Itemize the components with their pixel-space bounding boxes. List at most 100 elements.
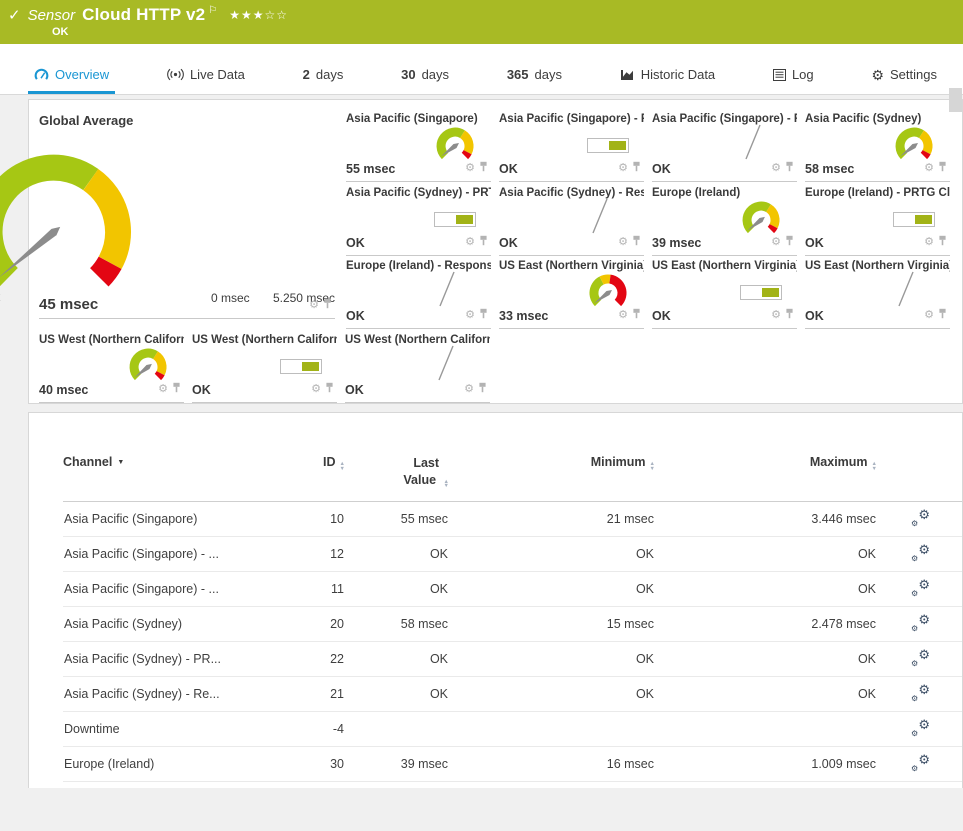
gear-icon[interactable]: ⚙ bbox=[924, 236, 934, 248]
tab-log[interactable]: Log bbox=[767, 58, 820, 94]
gear-icon[interactable]: ⚙ bbox=[771, 236, 781, 248]
tab-2-days[interactable]: 2 days bbox=[297, 58, 350, 94]
gear-icon[interactable]: ⚙ bbox=[464, 383, 474, 395]
cell-channel[interactable]: Asia Pacific (Singapore) - ... bbox=[63, 536, 259, 572]
gear-icon[interactable]: ⚙ bbox=[618, 309, 628, 321]
channel-tile[interactable]: Europe (Ireland) - PRTG Cloud... OK ⚙ bbox=[805, 184, 950, 256]
gear-icon[interactable]: ⚙ bbox=[924, 309, 934, 321]
channel-tile[interactable]: US West (Northern California)...OK⚙ bbox=[192, 331, 337, 403]
channel-row[interactable]: Downtime -4 ⚙ ⚙ bbox=[63, 711, 962, 747]
gear-icon[interactable]: ⚙ bbox=[618, 162, 628, 174]
cell-id: 32 bbox=[259, 781, 345, 788]
cell-minimum: 15 msec bbox=[449, 606, 655, 642]
column-header-max[interactable]: Maximum ▲ ▼ bbox=[655, 455, 877, 502]
flag-icon[interactable]: ⚐ bbox=[208, 5, 217, 16]
tab-30-days[interactable]: 30 days bbox=[395, 58, 455, 94]
cell-channel[interactable]: Asia Pacific (Sydney) bbox=[63, 606, 259, 642]
channel-tile[interactable]: US East (Northern Virginia) 33 msec ⚙ bbox=[499, 257, 644, 329]
gear-icon[interactable]: ⚙ bbox=[465, 162, 475, 174]
gear-icon[interactable]: ⚙ bbox=[465, 236, 475, 248]
pin-icon[interactable] bbox=[785, 233, 794, 251]
pin-icon[interactable] bbox=[632, 306, 641, 324]
scrollbar-stub[interactable] bbox=[949, 88, 962, 112]
channel-row[interactable]: Europe (Ireland) 30 39 msec 16 msec 1.009 ms… bbox=[63, 746, 962, 782]
pin-icon[interactable] bbox=[479, 306, 488, 324]
channel-tile[interactable]: Asia Pacific (Singapore) - PR... OK ⚙ bbox=[499, 110, 644, 182]
gear-icon[interactable]: ⚙ bbox=[771, 309, 781, 321]
channel-tile[interactable]: Asia Pacific (Sydney) 58 msec ⚙ bbox=[805, 110, 950, 182]
pin-icon[interactable] bbox=[632, 159, 641, 177]
pin-icon[interactable] bbox=[478, 380, 487, 398]
cell-channel[interactable]: Asia Pacific (Sydney) - PR... bbox=[63, 641, 259, 677]
channel-row[interactable]: Asia Pacific (Sydney) - Re... 21 OK OK OK ⚙ ⚙ bbox=[63, 676, 962, 712]
global-average-tile[interactable]: Global Average x̄ 0 msec 5.250 msec 45 m… bbox=[0, 110, 335, 319]
cell-last-value: 58 msec bbox=[345, 606, 449, 642]
pin-icon[interactable] bbox=[479, 159, 488, 177]
pin-icon[interactable] bbox=[172, 380, 181, 398]
column-header-last[interactable]: Last Value ▲ ▼ bbox=[345, 455, 449, 502]
pin-icon[interactable] bbox=[325, 380, 334, 398]
tab-overview[interactable]: Overview bbox=[28, 58, 116, 94]
column-header-channel[interactable]: Channel ▼ bbox=[63, 455, 259, 502]
edit-channel-icon[interactable]: ⚙ ⚙ bbox=[911, 507, 930, 528]
channel-tile[interactable]: Asia Pacific (Singapore) - Res...OK⚙ bbox=[652, 110, 797, 182]
tile-value: OK bbox=[805, 309, 824, 323]
pin-icon[interactable] bbox=[632, 233, 641, 251]
channel-row[interactable]: Asia Pacific (Singapore) 10 55 msec 21 msec… bbox=[63, 501, 962, 537]
edit-channel-icon[interactable]: ⚙ ⚙ bbox=[911, 612, 930, 633]
channel-tile[interactable]: US West (Northern California)...OK⚙ bbox=[345, 331, 490, 403]
pin-icon[interactable] bbox=[479, 233, 488, 251]
column-header-id[interactable]: ID ▲ ▼ bbox=[259, 455, 345, 502]
channel-tile[interactable]: Asia Pacific (Singapore) 55 msec ⚙ bbox=[346, 110, 491, 182]
gear-icon[interactable]: ⚙ bbox=[618, 236, 628, 248]
live-icon bbox=[167, 68, 184, 81]
edit-channel-icon[interactable]: ⚙ ⚙ bbox=[911, 647, 930, 668]
edit-channel-icon[interactable]: ⚙ ⚙ bbox=[911, 542, 930, 563]
gear-icon: ⚙ bbox=[871, 66, 884, 83]
channel-row[interactable]: Asia Pacific (Singapore) - ... 11 OK OK OK ⚙ ⚙ bbox=[63, 571, 962, 607]
edit-channel-icon[interactable]: ⚙ ⚙ bbox=[911, 752, 930, 773]
cell-channel[interactable]: Europe (Ireland) bbox=[63, 746, 259, 782]
edit-channel-icon[interactable]: ⚙ ⚙ bbox=[911, 577, 930, 598]
pin-icon[interactable] bbox=[323, 296, 332, 314]
ok-toggle-indicator bbox=[587, 138, 629, 153]
pin-icon[interactable] bbox=[938, 306, 947, 324]
tab-365-days[interactable]: 365 days bbox=[501, 58, 568, 94]
pin-icon[interactable] bbox=[785, 159, 794, 177]
tab-live-data[interactable]: Live Data bbox=[161, 58, 251, 94]
channel-tile[interactable]: US East (Northern Virginia) - ...OK⚙ bbox=[652, 257, 797, 329]
gear-icon[interactable]: ⚙ bbox=[158, 383, 168, 395]
channel-row[interactable]: Asia Pacific (Sydney) 20 58 msec 15 msec 2.4… bbox=[63, 606, 962, 642]
channel-tile[interactable]: US East (Northern Virginia) - ...OK⚙ bbox=[805, 257, 950, 329]
gear-icon[interactable]: ⚙ bbox=[771, 162, 781, 174]
cell-channel[interactable]: Europe (Ireland) - PRTG Cl... bbox=[63, 781, 259, 788]
gear-icon[interactable]: ⚙ bbox=[311, 383, 321, 395]
pin-icon[interactable] bbox=[938, 233, 947, 251]
gear-icon[interactable]: ⚙ bbox=[465, 309, 475, 321]
tab-settings[interactable]: ⚙ Settings bbox=[865, 58, 943, 94]
channel-tile[interactable]: Europe (Ireland) - Response C...OK⚙ bbox=[346, 257, 491, 329]
edit-channel-icon[interactable]: ⚙ ⚙ bbox=[911, 717, 930, 738]
channel-row[interactable]: Asia Pacific (Sydney) - PR... 22 OK OK OK ⚙ ⚙ bbox=[63, 641, 962, 677]
cell-channel[interactable]: Asia Pacific (Singapore) bbox=[63, 501, 259, 537]
channel-tile[interactable]: Europe (Ireland) 39 msec ⚙ bbox=[652, 184, 797, 256]
channel-tile[interactable]: Asia Pacific (Sydney) - Respo...OK⚙ bbox=[499, 184, 644, 256]
channel-tile[interactable]: US West (Northern California)40 msec⚙ bbox=[39, 331, 184, 403]
channel-row[interactable]: Europe (Ireland) - PRTG Cl...32OKOKOK⚙⚙ bbox=[63, 781, 962, 788]
gear-icon[interactable]: ⚙ bbox=[309, 299, 319, 311]
pin-icon[interactable] bbox=[785, 306, 794, 324]
priority-stars[interactable]: ★★★☆☆ bbox=[229, 8, 288, 22]
cell-channel[interactable]: Downtime bbox=[63, 711, 259, 747]
toggle-knob bbox=[915, 215, 932, 224]
channel-row[interactable]: Asia Pacific (Singapore) - ... 12 OK OK OK ⚙ ⚙ bbox=[63, 536, 962, 572]
cell-channel[interactable]: Asia Pacific (Sydney) - Re... bbox=[63, 676, 259, 712]
tab-historic-data[interactable]: Historic Data bbox=[614, 58, 721, 94]
tile-title: Asia Pacific (Singapore) - PR... bbox=[499, 113, 644, 125]
edit-channel-icon[interactable]: ⚙ ⚙ bbox=[911, 682, 930, 703]
cell-maximum: 1.009 msec bbox=[655, 746, 877, 782]
gear-icon[interactable]: ⚙ bbox=[924, 162, 934, 174]
column-header-min[interactable]: Minimum ▲ ▼ bbox=[449, 455, 655, 502]
cell-channel[interactable]: Asia Pacific (Singapore) - ... bbox=[63, 571, 259, 607]
pin-icon[interactable] bbox=[938, 159, 947, 177]
channel-tile[interactable]: Asia Pacific (Sydney) - PRTG ... OK ⚙ bbox=[346, 184, 491, 256]
